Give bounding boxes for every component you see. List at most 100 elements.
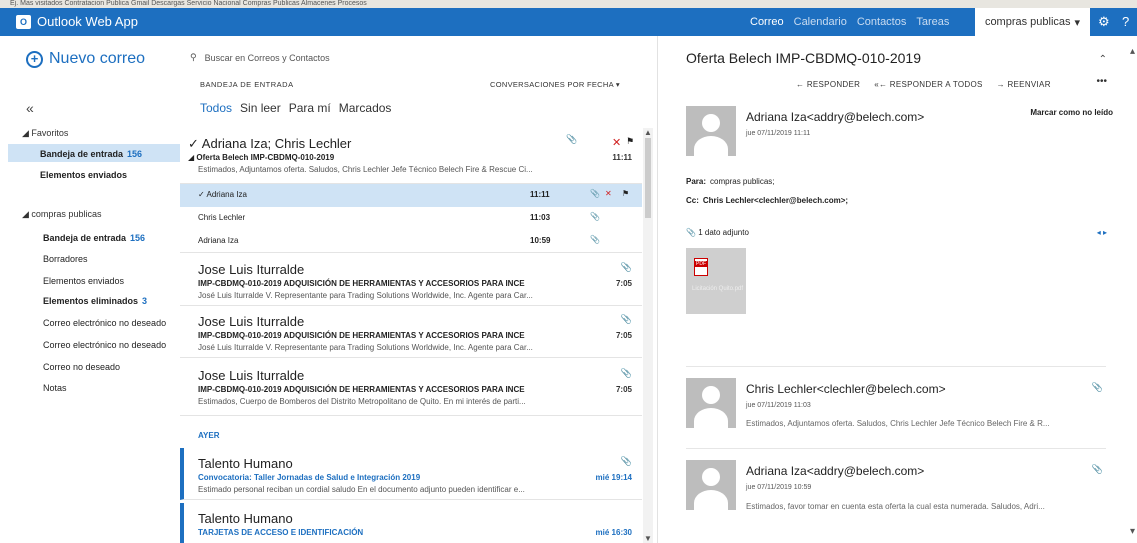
flag-icon[interactable]: ⚑ (626, 136, 634, 147)
divider (686, 448, 1106, 449)
folder-label: Bandeja de entrada (43, 233, 127, 243)
folder-inbox[interactable]: Bandeja de entrada 156 (43, 233, 145, 243)
delete-icon[interactable]: ✕ (612, 136, 621, 149)
message-item[interactable]: Talento Humano TARJETAS DE ACCESO E IDEN… (180, 503, 642, 543)
cc-recipient[interactable]: Chris Lechler<clechler@belech.com>; (703, 196, 848, 205)
delete-icon[interactable]: ✕ (605, 189, 612, 198)
sender-name: Talento Humano (198, 511, 293, 526)
folder-junk-2[interactable]: Correo electrónico no deseado (43, 340, 166, 350)
to-recipient[interactable]: compras publicas; (710, 177, 774, 186)
folder-notes[interactable]: Notas (43, 383, 67, 393)
search-box[interactable]: ⚲ Buscar en Correos y Contactos (190, 52, 330, 63)
scrollbar-thumb[interactable] (645, 138, 651, 218)
unread-count: 156 (127, 149, 143, 159)
nav-tasks[interactable]: Tareas (916, 16, 949, 28)
folder-spam[interactable]: Correo no deseado (43, 362, 120, 372)
sender-name[interactable]: Chris Lechler<clechler@belech.com> (746, 382, 946, 396)
scroll-down-icon[interactable]: ▾ (1130, 526, 1135, 537)
mailbox-header[interactable]: ◢ compras publicas (22, 209, 101, 220)
preview: José Luis Iturralde V. Representante par… (198, 343, 533, 352)
collapse-pane-button[interactable]: « (26, 100, 34, 116)
conversation-item[interactable]: ✓ Adriana Iza; Chris Lechler ◢ Oferta Be… (180, 128, 642, 184)
reply-button[interactable]: ← RESPONDER (796, 80, 860, 89)
sort-label: CONVERSACIONES POR FECHA (490, 80, 614, 89)
subject-text: Oferta Belech IMP-CBDMQ-010-2019 (196, 153, 335, 162)
account-menu[interactable]: compras publicas ▾ (975, 8, 1090, 36)
attachment-icon: 📎 (1091, 382, 1103, 392)
new-mail-label: Nuevo correo (49, 50, 146, 67)
favorites-header[interactable]: ◢ Favoritos (22, 128, 68, 139)
flag-icon[interactable]: ⚑ (622, 189, 629, 198)
attachment-icon: 📎 (590, 212, 600, 221)
sender-name: Jose Luis Iturralde (198, 368, 305, 383)
message-item[interactable]: Jose Luis Iturralde IMP-CBDMQ-010-2019 A… (180, 358, 642, 416)
forward-button[interactable]: → REENVIAR (997, 80, 1051, 89)
folder-junk[interactable]: Correo electrónico no deseado (43, 318, 166, 328)
sort-dropdown[interactable]: CONVERSACIONES POR FECHA ▾ (490, 80, 620, 89)
thread-message-row[interactable]: Chris Lechler 11:03 📎 (180, 207, 642, 230)
nav-mail[interactable]: Correo (750, 16, 784, 28)
group-header-yesterday: AYER (198, 431, 220, 440)
preview: Estimado personal reciban un cordial sal… (198, 485, 525, 494)
filter-unread[interactable]: Sin leer (240, 101, 281, 115)
pdf-file-icon (694, 258, 708, 276)
scroll-down-icon[interactable]: ▼ (644, 534, 652, 543)
folder-label: Elementos enviados (43, 276, 125, 286)
sent-date: jue 07/11/2019 11:11 (746, 130, 811, 137)
filter-flagged[interactable]: Marcados (339, 101, 392, 115)
fav-inbox[interactable]: Bandeja de entrada 156 (40, 149, 142, 159)
folder-sent[interactable]: Elementos enviados (43, 276, 124, 286)
avatar (686, 378, 736, 428)
thread-message-row[interactable]: ✓ Adriana Iza 11:11 📎 ✕ ⚑ (180, 184, 642, 207)
nav-contacts[interactable]: Contactos (857, 16, 907, 28)
search-input[interactable]: Buscar en Correos y Contactos (205, 53, 330, 63)
filter-bar: Todos Sin leer Para mí Marcados (200, 101, 391, 115)
divider (686, 366, 1106, 367)
message-preview[interactable]: Estimados, favor tomar en cuenta esta of… (746, 502, 1106, 511)
reading-pane: Oferta Belech IMP-CBDMQ-010-2019 ⌃ ← RES… (658, 36, 1137, 543)
attachment-icon: 📎 (590, 235, 600, 244)
attachment-icon: 📎 (590, 189, 600, 198)
nav-calendar[interactable]: Calendario (794, 16, 847, 28)
collapse-icon[interactable]: ⌃ (1099, 54, 1107, 65)
folder-drafts[interactable]: Borradores (43, 254, 88, 264)
thread-sender-name: Chris Lechler (198, 213, 246, 222)
attachments-header: 📎 1 dato adjunto (686, 228, 749, 237)
attachment-icon: 📎 (620, 314, 632, 324)
top-nav: Correo Calendario Contactos Tareas (750, 16, 949, 28)
sender-name: Jose Luis Iturralde (198, 262, 305, 277)
mark-unread-link[interactable]: Marcar como no leído (1030, 108, 1113, 117)
sender-name[interactable]: Adriana Iza<addry@belech.com> (746, 110, 924, 124)
message-preview[interactable]: Estimados, Adjuntamos oferta. Saludos, C… (746, 419, 1106, 428)
message-list-scrollbar[interactable]: ▲ ▼ (643, 128, 653, 543)
message-item[interactable]: Jose Luis Iturralde IMP-CBDMQ-010-2019 A… (180, 306, 642, 358)
account-label: compras publicas (984, 16, 1071, 28)
reply-all-button[interactable]: «← RESPONDER A TODOS (874, 80, 982, 89)
message-item[interactable]: Jose Luis Iturralde IMP-CBDMQ-010-2019 A… (180, 254, 642, 306)
help-icon[interactable]: ? (1122, 14, 1129, 29)
reply-label: RESPONDER (806, 80, 861, 89)
message-item[interactable]: Talento Humano Convocatoria: Taller Jorn… (180, 448, 642, 500)
to-line: Para: compras publicas; (686, 177, 775, 186)
folder-label: Correo no deseado (43, 362, 121, 372)
gear-icon[interactable]: ⚙ (1098, 14, 1110, 30)
attachment-nav-icon[interactable]: ◂ ▸ (1097, 228, 1107, 237)
mailbox-label: compras publicas (31, 209, 102, 219)
subject: IMP-CBDMQ-010-2019 ADQUISICIÓN DE HERRAM… (198, 385, 525, 394)
scroll-up-icon[interactable]: ▴ (1130, 46, 1135, 57)
unread-count: 3 (142, 296, 148, 306)
thread-message-row[interactable]: Adriana Iza 10:59 📎 (180, 230, 642, 253)
new-mail-button[interactable]: + Nuevo correo (26, 50, 145, 68)
fav-sent[interactable]: Elementos enviados (40, 170, 127, 180)
scroll-up-icon[interactable]: ▲ (644, 128, 652, 137)
sender-name[interactable]: Adriana Iza<addry@belech.com> (746, 464, 924, 478)
attachment-thumbnail[interactable]: Licitación Quito.pdf (686, 248, 746, 314)
folder-deleted[interactable]: Elementos eliminados 3 (43, 296, 147, 306)
app-brand[interactable]: O Outlook Web App (16, 14, 138, 29)
more-options-icon[interactable]: ••• (1096, 76, 1107, 87)
filter-all[interactable]: Todos (200, 101, 232, 115)
filter-to-me[interactable]: Para mí (289, 101, 331, 115)
attachment-icon: 📎 (620, 456, 632, 466)
time: 7:05 (615, 279, 632, 288)
subject: IMP-CBDMQ-010-2019 ADQUISICIÓN DE HERRAM… (198, 279, 525, 288)
